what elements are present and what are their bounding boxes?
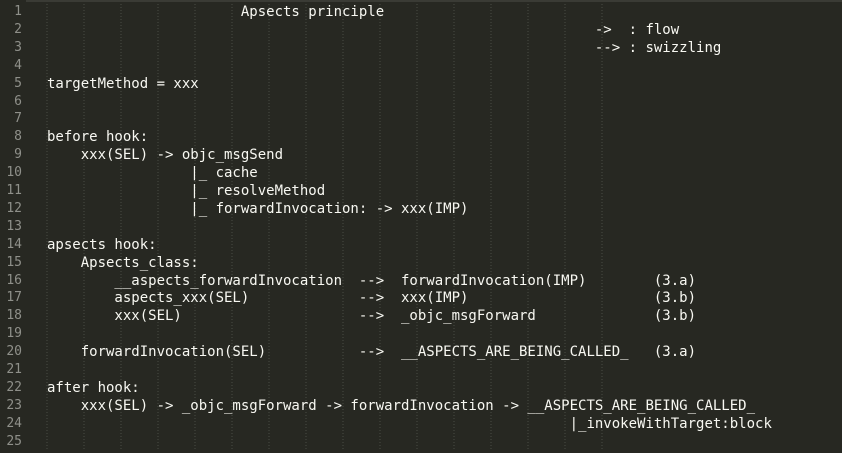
text-editor[interactable]: 1 Apsects principle 2 -> : flow 3 --> : sw…	[0, 0, 842, 453]
line-number: 7	[14, 111, 22, 127]
editor-line[interactable]: 14 apsects hook:	[0, 236, 842, 254]
editor-line[interactable]: 18 xxx(SEL) --> _objc_msgForward (3.b)	[0, 307, 842, 325]
editor-line[interactable]: 7	[0, 110, 842, 128]
line-number: 6	[14, 93, 22, 109]
editor-line[interactable]: 25	[0, 433, 842, 451]
editor-line[interactable]: 11 |_ resolveMethod	[0, 182, 842, 200]
editor-line[interactable]: 12 |_ forwardInvocation: -> xxx(IMP)	[0, 200, 842, 218]
line-text: -> : flow	[47, 21, 680, 38]
editor-line[interactable]: 16 __aspects_forwardInvocation --> forwa…	[0, 272, 842, 290]
line-text: targetMethod = xxx	[47, 75, 199, 92]
line-number: 13	[6, 218, 22, 234]
line-number: 24	[6, 415, 22, 431]
line-text: xxx(SEL) -> objc_msgSend	[47, 147, 284, 164]
line-text: |_invokeWithTarget:block	[47, 415, 772, 432]
line-text: after hook:	[47, 379, 140, 396]
editor-line[interactable]: 3 --> : swizzling	[0, 39, 842, 57]
line-number: 3	[14, 39, 22, 55]
line-text: aspects_xxx(SEL) --> xxx(IMP) (3.b)	[47, 290, 697, 307]
editor-line[interactable]: 21	[0, 361, 842, 379]
line-number: 14	[6, 236, 22, 252]
editor-line[interactable]: 22 after hook:	[0, 379, 842, 397]
line-text: xxx(SEL) -> _objc_msgForward -> forwardI…	[47, 397, 756, 414]
editor-line[interactable]: 23 xxx(SEL) -> _objc_msgForward -> forwa…	[0, 397, 842, 415]
editor-line[interactable]: 9 xxx(SEL) -> objc_msgSend	[0, 146, 842, 164]
editor-line[interactable]: 1 Apsects principle	[0, 3, 842, 21]
line-text: |_ forwardInvocation: -> xxx(IMP)	[47, 200, 469, 217]
editor-line[interactable]: 10 |_ cache	[0, 164, 842, 182]
line-text: |_ resolveMethod	[47, 183, 326, 199]
line-number: 8	[14, 129, 22, 145]
line-number: 15	[6, 254, 22, 270]
line-number: 4	[14, 57, 22, 73]
line-text: forwardInvocation(SEL) --> __ASPECTS_ARE…	[47, 344, 697, 361]
line-number: 11	[6, 183, 22, 198]
line-number: 2	[14, 21, 22, 37]
line-number: 5	[14, 75, 22, 91]
editor-line[interactable]: 17 aspects_xxx(SEL) --> xxx(IMP) (3.b)	[0, 289, 842, 307]
line-text: |_ cache	[47, 165, 258, 182]
editor-line[interactable]: 24 |_invokeWithTarget:block	[0, 415, 842, 433]
editor-line[interactable]: 5 targetMethod = xxx	[0, 75, 842, 93]
line-number: 17	[6, 290, 22, 306]
line-text: Apsects principle	[47, 4, 385, 20]
line-number: 20	[6, 344, 22, 360]
line-number: 22	[6, 379, 22, 395]
editor-line[interactable]: 15 Apsects_class:	[0, 254, 842, 272]
editor-line[interactable]: 20 forwardInvocation(SEL) --> __ASPECTS_…	[0, 343, 842, 361]
editor-line[interactable]: 19	[0, 325, 842, 343]
editor-line[interactable]: 8 before hook:	[0, 128, 842, 146]
line-text: __aspects_forwardInvocation --> forwardI…	[47, 272, 697, 289]
line-number: 9	[14, 147, 22, 163]
editor-line[interactable]: 4	[0, 57, 842, 75]
line-number: 18	[6, 308, 22, 324]
editor-line[interactable]: 2 -> : flow	[0, 21, 842, 39]
editor-line[interactable]: 6	[0, 93, 842, 111]
line-text: before hook:	[47, 129, 149, 146]
line-text: xxx(SEL) --> _objc_msgForward (3.b)	[47, 308, 697, 325]
code-area[interactable]: 1 Apsects principle 2 -> : flow 3 --> : sw…	[0, 0, 842, 453]
line-text: apsects hook:	[47, 236, 157, 253]
line-number: 23	[6, 397, 22, 413]
line-number: 1	[14, 4, 22, 19]
line-number: 19	[6, 326, 22, 342]
editor-line[interactable]: 13	[0, 218, 842, 236]
line-number: 16	[6, 272, 22, 288]
line-number: 12	[6, 200, 22, 216]
line-text: Apsects_class:	[47, 254, 199, 271]
line-text: --> : swizzling	[47, 39, 722, 56]
line-number: 25	[6, 433, 22, 449]
line-number: 21	[6, 362, 22, 377]
line-number: 10	[6, 165, 22, 181]
